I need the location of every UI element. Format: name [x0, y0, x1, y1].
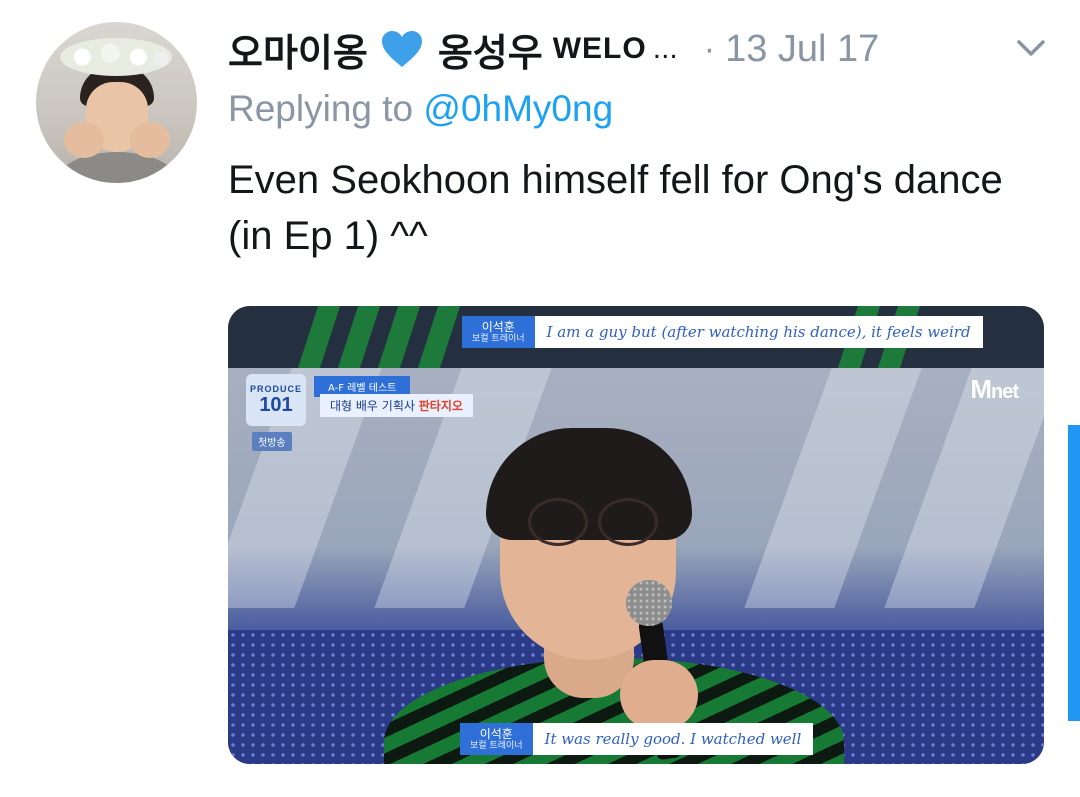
avatar[interactable]	[36, 22, 197, 183]
episode-tag: 첫방송	[252, 432, 292, 451]
blue-heart-icon	[381, 31, 422, 67]
scrollbar[interactable]	[1068, 425, 1080, 721]
bottom-subtitle: 이석훈 보컬 트레이너 It was really good. I watche…	[460, 723, 814, 755]
display-name-suffix[interactable]: 옹성우	[438, 22, 543, 77]
bottom-subtitle-text: It was really good. I watched well	[532, 723, 814, 755]
replying-to: Replying to @0hMy0ng	[228, 88, 613, 130]
replying-prefix: Replying to	[228, 88, 414, 129]
top-subtitle-role: 보컬 트레이너	[472, 333, 525, 344]
tweet-date[interactable]: 13 Jul 17	[725, 28, 879, 71]
bottom-subtitle-speaker-box: 이석훈 보컬 트레이너	[460, 723, 533, 755]
broadcaster-logo-text: net	[991, 381, 1019, 403]
show-logo: PRODUCE 101	[246, 374, 306, 426]
round-sub-highlight: 판타지오	[418, 399, 463, 413]
top-subtitle-speaker-box: 이석훈 보컬 트레이너	[462, 316, 535, 348]
display-name[interactable]: 오마이옹	[228, 22, 368, 77]
bottom-subtitle-role: 보컬 트레이너	[470, 740, 523, 751]
broadcaster-logo-m: M	[970, 374, 992, 404]
tweet-media-image[interactable]: PRODUCE 101 첫방송 A-F 레벨 테스트 대형 배우 기획사 판타지…	[228, 306, 1044, 764]
avatar-hand-left	[64, 122, 104, 158]
show-logo-line2: 101	[259, 393, 293, 416]
round-sub: 대형 배우 기획사 판타지오	[320, 394, 473, 417]
avatar-hand-right	[130, 122, 170, 158]
header-separator: ·	[703, 29, 716, 68]
reply-mention-link[interactable]: @0hMy0ng	[423, 88, 613, 129]
chevron-down-icon[interactable]	[1014, 36, 1048, 60]
handle-fragment[interactable]: WELO	[553, 32, 647, 66]
video-frame-main: PRODUCE 101 첫방송 A-F 레벨 테스트 대형 배우 기획사 판타지…	[228, 368, 1044, 764]
microphone-head	[626, 580, 672, 626]
glasses-left-lens	[528, 498, 588, 546]
tweet-text: Even Seokhoon himself fell for Ong's dan…	[228, 158, 1003, 258]
round-sub-prefix: 대형 배우 기획사	[330, 399, 415, 413]
bottom-subtitle-speaker: 이석훈	[479, 726, 513, 741]
broadcaster-logo: Mnet	[970, 374, 1019, 405]
person-hand	[620, 660, 698, 730]
tweet-header: 오마이옹 옹성우 WELO ... · 13 Jul 17	[228, 22, 879, 77]
glasses-right-lens	[598, 498, 658, 546]
avatar-shirt	[56, 152, 178, 183]
avatar-flower-crown	[60, 38, 172, 76]
show-logo-line1: PRODUCE	[249, 383, 302, 394]
top-subtitle-text: I am a guy but (after watching his dance…	[534, 316, 983, 348]
top-subtitle-speaker: 이석훈	[481, 319, 515, 334]
name-ellipsis: ...	[652, 32, 678, 65]
top-subtitle: 이석훈 보컬 트레이너 I am a guy but (after watchi…	[462, 316, 983, 348]
